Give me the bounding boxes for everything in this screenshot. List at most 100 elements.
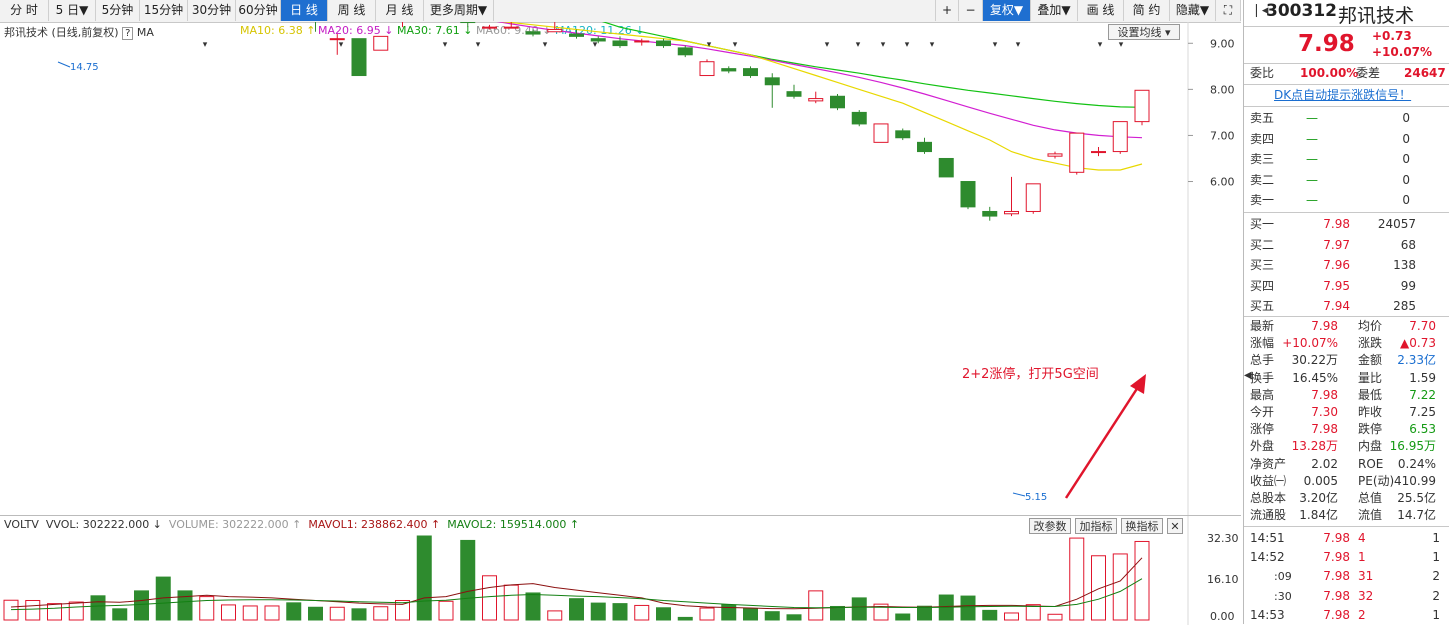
candle[interactable] [482,24,497,30]
candle[interactable] [743,66,758,78]
dk-signal-link[interactable]: DK点自动提示涨跌信号！ [1274,86,1411,103]
period-5day[interactable]: 5 日▼ [49,0,96,21]
ask-row[interactable]: 卖二 — 0 [1244,171,1449,190]
candle[interactable] [917,137,932,154]
event-marker-icon[interactable]: ▾ [856,40,861,50]
user-note[interactable]: 2+2涨停，打开5G空间 [962,366,1099,382]
bid-row[interactable]: 买三 7.96 138 [1244,256,1449,275]
candle[interactable] [1025,183,1041,214]
candle[interactable] [460,22,476,28]
candle[interactable] [1091,146,1106,157]
candle[interactable] [1069,132,1085,175]
candle[interactable] [764,73,780,108]
volume-bar-down [851,597,867,621]
low-annotation: 5.15 [1012,492,1047,503]
ask-volume: 0 [1402,172,1410,187]
event-marker-icon[interactable]: ▾ [733,40,738,50]
candle[interactable] [351,38,367,77]
candle[interactable] [960,181,976,210]
ask-row[interactable]: 卖一 — 0 [1244,191,1449,210]
candle[interactable] [373,35,389,51]
volume-bar-down [286,602,302,621]
hide-button[interactable]: 隐藏▼ [1170,0,1216,21]
period-intraday[interactable]: 分 时 [0,0,49,21]
adjust-button[interactable]: 复权▼ [983,0,1031,21]
draw-line-button[interactable]: 画 线 [1078,0,1124,21]
event-marker-icon[interactable]: ▾ [993,40,998,50]
event-marker-icon[interactable]: ▾ [203,40,208,50]
candle[interactable] [699,59,715,77]
candle[interactable] [938,157,954,178]
ask-row[interactable]: 卖五 — 0 [1244,109,1449,128]
bid-row[interactable]: 买一 7.98 24057 [1244,215,1449,234]
candle-up [699,61,715,77]
bid-row[interactable]: 买五 7.94 285 [1244,297,1449,316]
volume-chart[interactable]: 32.30 16.10 0.00 [0,516,1241,625]
event-marker-icon[interactable]: ▾ [930,40,935,50]
stat-value: 2.33亿 [1397,353,1436,368]
period-daily[interactable]: 日 线 [281,0,328,21]
event-marker-icon[interactable]: ▾ [476,40,481,50]
candle-up [373,35,389,51]
zoom-in-button[interactable]: + [935,0,959,21]
ask-price: — [1306,131,1318,146]
overlay-button[interactable]: 叠加▼ [1031,0,1078,21]
event-marker-icon[interactable]: ▾ [443,40,448,50]
volume-bar-down [177,590,193,621]
collapse-panel-icon[interactable]: ◀ [1244,370,1252,381]
candle[interactable] [525,29,541,37]
event-marker-icon[interactable]: ▾ [825,40,830,50]
candle[interactable] [569,29,584,39]
candle[interactable] [1047,151,1063,159]
candle[interactable] [656,38,671,48]
event-marker-icon[interactable]: ▾ [543,40,548,50]
candle[interactable] [396,22,410,28]
event-marker-icon[interactable]: ▾ [339,40,344,50]
ask-price: — [1306,111,1318,125]
arrow-icon[interactable] [1064,374,1146,499]
candle[interactable] [634,38,650,46]
candlestick-chart[interactable]: ▾▾▾▾▾▾▾▾▾▾▾▾▾▾▾▾▾ 14.0013.0012.0011.0010… [0,22,1241,515]
event-marker-icon[interactable]: ▾ [905,40,910,50]
candle-up [808,98,824,102]
compact-button[interactable]: 简 约 [1124,0,1170,21]
candle-up [482,26,497,29]
period-5min[interactable]: 5分钟 [96,0,140,21]
candle[interactable] [1112,121,1128,154]
bid-row[interactable]: 买四 7.95 99 [1244,277,1449,296]
candle[interactable] [309,22,323,32]
weicha-label: 委差 [1356,66,1381,80]
event-marker-icon[interactable]: ▾ [1098,40,1103,50]
period-monthly[interactable]: 月 线 [376,0,424,21]
ask-row[interactable]: 卖四 — 0 [1244,130,1449,149]
chart-toolbar: 分 时 5 日▼ 5分钟 15分钟 30分钟 60分钟 日 线 周 线 月 线 … [0,0,1241,23]
period-30min[interactable]: 30分钟 [188,0,236,21]
candle[interactable] [721,66,737,74]
candle[interactable] [1134,89,1150,126]
candle[interactable] [895,128,911,141]
candle[interactable] [873,123,889,143]
candle[interactable] [830,93,845,111]
event-marker-icon[interactable]: ▾ [1119,40,1124,50]
event-marker-icon[interactable]: ▾ [707,40,712,50]
event-marker-icon[interactable]: ▾ [593,40,598,50]
period-60min[interactable]: 60分钟 [236,0,281,21]
event-marker-icon[interactable]: ▾ [1016,40,1021,50]
bid-row[interactable]: 买二 7.97 68 [1244,236,1449,255]
ask-row[interactable]: 卖三 — 0 [1244,150,1449,169]
zoom-out-button[interactable]: − [959,0,983,21]
candle[interactable] [1004,176,1019,217]
price-tick-label: 8.00 [1210,83,1235,96]
period-15min[interactable]: 15分钟 [140,0,188,21]
stat-value: 7.25 [1409,405,1436,419]
period-weekly[interactable]: 周 线 [328,0,376,21]
candle-down [460,22,476,24]
candle[interactable] [677,45,693,58]
candle[interactable] [851,110,867,127]
period-more[interactable]: 更多周期▼ [424,0,494,21]
candle[interactable] [982,206,998,221]
fullscreen-icon[interactable]: ⛶ [1216,0,1241,21]
candle[interactable] [808,91,824,104]
candle[interactable] [786,84,802,99]
event-marker-icon[interactable]: ▾ [881,40,886,50]
